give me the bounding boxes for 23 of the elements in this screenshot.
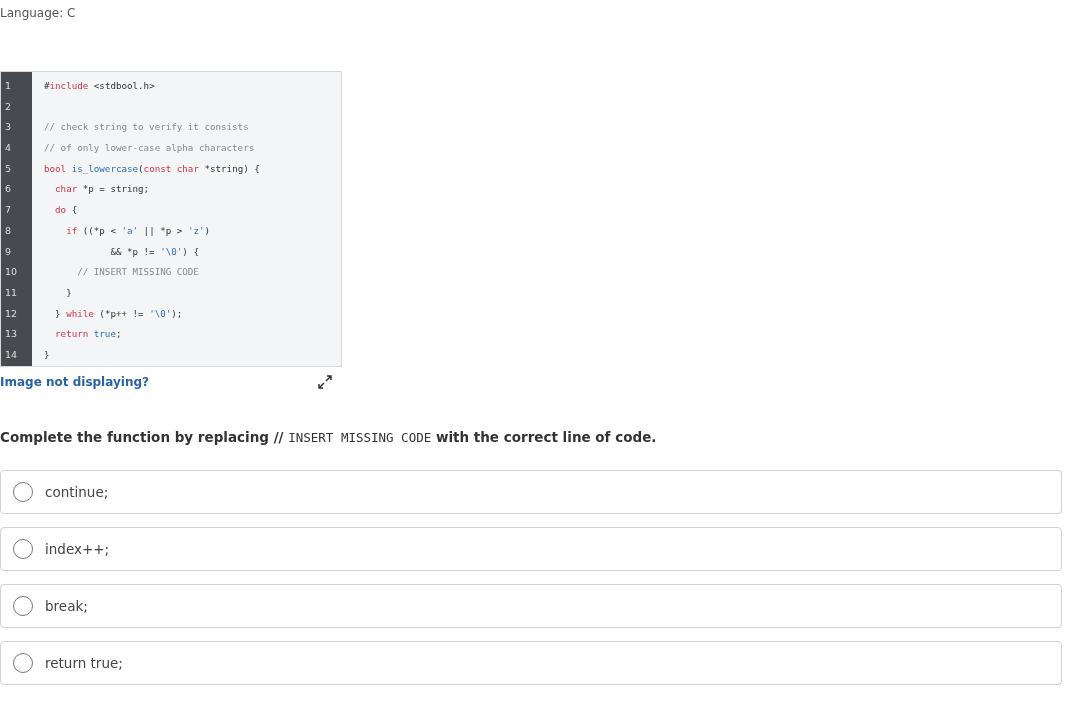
line-number: 10 [4,265,19,280]
language-label: Language: C [0,6,76,20]
code-image: 1 2 3 4 5 6 7 8 9 10 11 12 13 14 #include <stdbool.h> // check string to verify it consists // of only lower-case alpha characters bool is_lowercase(const char *string) { char *p = string; do { if ((*p < 'a' || *p > 'z') && *p != '\0') { // INSERT MISSING CODE } } while (*p++ != '\0'); return true; } [0,71,342,367]
line-number: 7 [4,203,13,218]
question-text: Complete the function by replacing // INSERT MISSING CODE with the correct line of code. [0,428,657,445]
answer-option[interactable]: return true; [0,640,1062,685]
line-number: 4 [4,141,13,156]
line-number: 2 [4,99,13,114]
line-number: 9 [4,244,13,259]
answer-option[interactable]: break; [0,583,1062,628]
line-number: 14 [4,347,19,362]
line-number: 11 [4,285,19,300]
line-number: 12 [4,306,19,321]
answer-option[interactable]: index++; [0,526,1062,571]
line-number: 13 [4,327,19,342]
line-number: 3 [4,120,13,135]
expand-icon[interactable] [318,374,332,389]
line-number: 8 [4,223,13,238]
answer-option[interactable]: continue; [0,469,1062,514]
image-help-link[interactable]: Image not displaying? [0,374,149,389]
line-number: 5 [4,161,13,176]
line-number: 6 [4,182,13,197]
line-number: 1 [4,79,13,93]
